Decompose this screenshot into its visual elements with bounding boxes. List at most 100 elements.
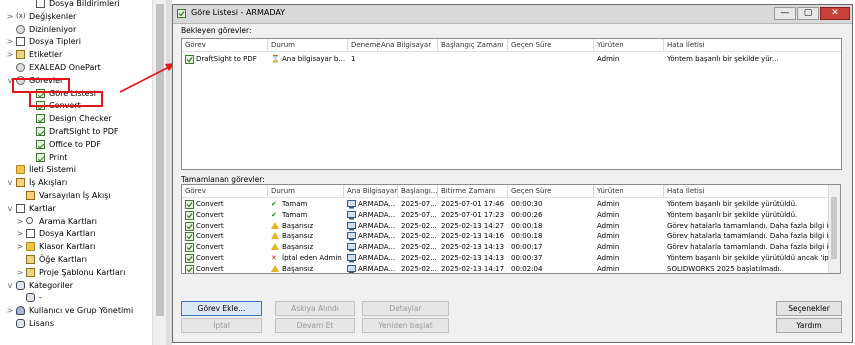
completed-col-header[interactable]: Yürüten: [594, 185, 664, 197]
completed-table-row[interactable]: Convert Başarısız ARMADA... 2025-02... 2025-…: [182, 231, 840, 242]
collapse-arrow-icon[interactable]: v: [6, 176, 14, 189]
completed-cell-error: SOLIDWORKS 2025 başlatılmadı.: [667, 264, 782, 273]
collapse-arrow-icon[interactable]: v: [6, 279, 14, 292]
tree-item-label: İleti Sistemi: [29, 165, 76, 175]
categories-icon: [16, 280, 25, 290]
completed-col-header[interactable]: Geçen Süre: [508, 185, 594, 197]
pending-col-header[interactable]: Geçen Süre: [508, 39, 594, 51]
completed-cell-elapsed: 00:00:17: [511, 243, 543, 252]
completed-cell-task: Convert: [196, 221, 224, 230]
pending-col-header[interactable]: Hata İletisi: [664, 39, 841, 51]
check-icon: ✔: [271, 210, 277, 219]
host-computer-icon: [347, 232, 356, 241]
completed-table-row[interactable]: Convert ✔ Tamam ARMADA... 2025-07... 2025-07-…: [182, 210, 840, 221]
expand-arrow-icon[interactable]: >: [16, 240, 24, 253]
completed-cell-error: Görev hatalarla tamamlandı. Daha fazla b…: [667, 232, 829, 241]
host-computer-icon: [347, 243, 356, 252]
draftsight-pdf-icon: [36, 127, 45, 136]
expand-arrow-icon[interactable]: >: [16, 227, 24, 240]
completed-col-header[interactable]: Ana Bilgisayar: [344, 185, 398, 197]
completed-cell-start: 2025-02...: [401, 232, 436, 241]
pending-col-header[interactable]: Başlangıç Zamanı: [438, 39, 508, 51]
completed-cell-status: İptal eden Admin: [282, 254, 342, 262]
expand-arrow-icon[interactable]: >: [6, 304, 14, 317]
help-button[interactable]: Yardım: [776, 318, 842, 333]
completed-tasks-label: Tamamlanan görevler:: [181, 175, 265, 184]
folder-cards-icon: [26, 242, 35, 252]
completed-cell-elapsed: 00:02:04: [511, 264, 543, 273]
cancel-button[interactable]: İptal: [181, 318, 262, 333]
completed-col-header[interactable]: Görev: [182, 185, 268, 197]
tree-item-label: Klasor Kartları: [39, 242, 96, 252]
add-task-button[interactable]: Görev Ekle...: [181, 301, 262, 316]
suspend-button[interactable]: Askıya Alındı: [275, 301, 355, 316]
close-button[interactable]: ✕: [820, 7, 850, 20]
completed-cell-start: 2025-02...: [401, 221, 436, 230]
completed-cell-host: ARMADA...: [358, 200, 396, 208]
host-computer-icon: [347, 200, 356, 209]
completed-col-header[interactable]: Hata İletisi: [664, 185, 831, 197]
convert-task-icon: [185, 200, 194, 209]
completed-cell-task: Convert: [196, 210, 224, 219]
details-button[interactable]: Detaylar: [362, 301, 449, 316]
host-computer-icon: [347, 264, 356, 273]
pending-cell-start: [441, 54, 506, 65]
tree-item-label: Lisans: [29, 319, 54, 328]
completed-cell-task: Convert: [196, 200, 224, 208]
pending-col-header[interactable]: Yürüten: [594, 39, 664, 51]
restart-button[interactable]: Yeniden başlat: [362, 318, 449, 333]
completed-cell-elapsed: 00:00:30: [511, 200, 543, 208]
resume-button[interactable]: Devam Et: [275, 318, 355, 333]
completed-col-header[interactable]: Bitirme Zamanı: [438, 185, 508, 197]
completed-tasks-table[interactable]: Görev Durum Ana Bilgisayar Başlangı... Bitir…: [181, 184, 841, 274]
completed-cell-user: Admin: [597, 232, 620, 241]
pending-col-header[interactable]: Durum: [268, 39, 348, 51]
options-button[interactable]: Seçenekler: [776, 301, 842, 316]
window-titlebar[interactable]: Göre Listesi - ARMADAY — ▢ ✕: [173, 5, 852, 24]
host-computer-icon: [347, 210, 356, 220]
pending-tasks-table[interactable]: Görev Durum Deneme Ana Bilgisayar Başlangıç …: [181, 38, 842, 170]
completed-cell-error: Yöntem başarılı bir şekilde yürütüldü.: [667, 200, 798, 208]
expand-arrow-icon[interactable]: >: [16, 215, 24, 228]
tree-item-label: Kartlar: [29, 203, 56, 213]
tree-item-label: DraftSight to PDF: [49, 127, 119, 136]
warning-icon: [271, 231, 281, 242]
pending-col-header[interactable]: Ana Bilgisayar: [378, 39, 438, 51]
pending-cell-user: Admin: [597, 55, 620, 63]
tree-item-label: Design Checker: [49, 114, 112, 124]
pending-cell-elapsed: [511, 54, 592, 65]
completed-cell-end: 2025-02-13 14:17: [441, 264, 505, 273]
completed-table-row[interactable]: Convert Başarısız ARMADA... 2025-02... 2025-…: [182, 264, 840, 273]
completed-col-header[interactable]: Başlangı...: [398, 185, 438, 197]
completed-cell-elapsed: 00:00:18: [511, 232, 543, 241]
minimize-button[interactable]: —: [774, 7, 796, 20]
tree-item-label: Kategoriler: [29, 280, 73, 290]
completed-cell-task: Convert: [196, 243, 224, 252]
tree-item-label: Öğe Kartları: [39, 255, 87, 264]
pending-col-header[interactable]: Deneme: [348, 39, 381, 51]
completed-cell-host: ARMADA...: [358, 210, 396, 219]
cancelled-icon: ✕: [271, 254, 277, 262]
pending-col-header[interactable]: Görev: [182, 39, 268, 51]
completed-table-row[interactable]: Convert Başarısız ARMADA... 2025-02... 2025-…: [182, 221, 840, 232]
tree-item-label: Arama Kartları: [39, 216, 97, 226]
completed-cell-user: Admin: [597, 210, 620, 219]
maximize-button[interactable]: ▢: [797, 7, 819, 20]
host-computer-icon: [347, 221, 356, 231]
completed-cell-host: ARMADA...: [358, 243, 396, 252]
completed-table-row[interactable]: Convert ✕ İptal eden Admin ARMADA... 2025-02…: [182, 253, 840, 264]
convert-task-icon: [185, 243, 194, 253]
search-cards-icon: [26, 216, 33, 224]
completed-col-header[interactable]: Durum: [268, 185, 344, 197]
tree-item-label: Varsayılan İş Akışı: [39, 191, 111, 200]
convert-task-icon: [185, 210, 194, 220]
expand-arrow-icon[interactable]: >: [16, 266, 24, 279]
completed-table-row[interactable]: Convert Başarısız ARMADA... 2025-02... 2025-…: [182, 242, 840, 253]
collapse-arrow-icon[interactable]: v: [6, 202, 14, 215]
completed-cell-end: 2025-07-01 17:46: [441, 200, 505, 208]
completed-table-row[interactable]: Convert ✔ Tamam ARMADA... 2025-07... 2025-07-…: [182, 199, 840, 210]
completed-cell-status: Başarısız: [282, 232, 314, 241]
completed-cell-start: 2025-02...: [401, 254, 436, 262]
pending-cell-error: Yöntem başarılı bir şekilde yür...: [667, 55, 779, 63]
pending-table-row[interactable]: DraftSight to PDF ⌛ Ana bilgisayar b... 1 Ad…: [182, 54, 841, 65]
